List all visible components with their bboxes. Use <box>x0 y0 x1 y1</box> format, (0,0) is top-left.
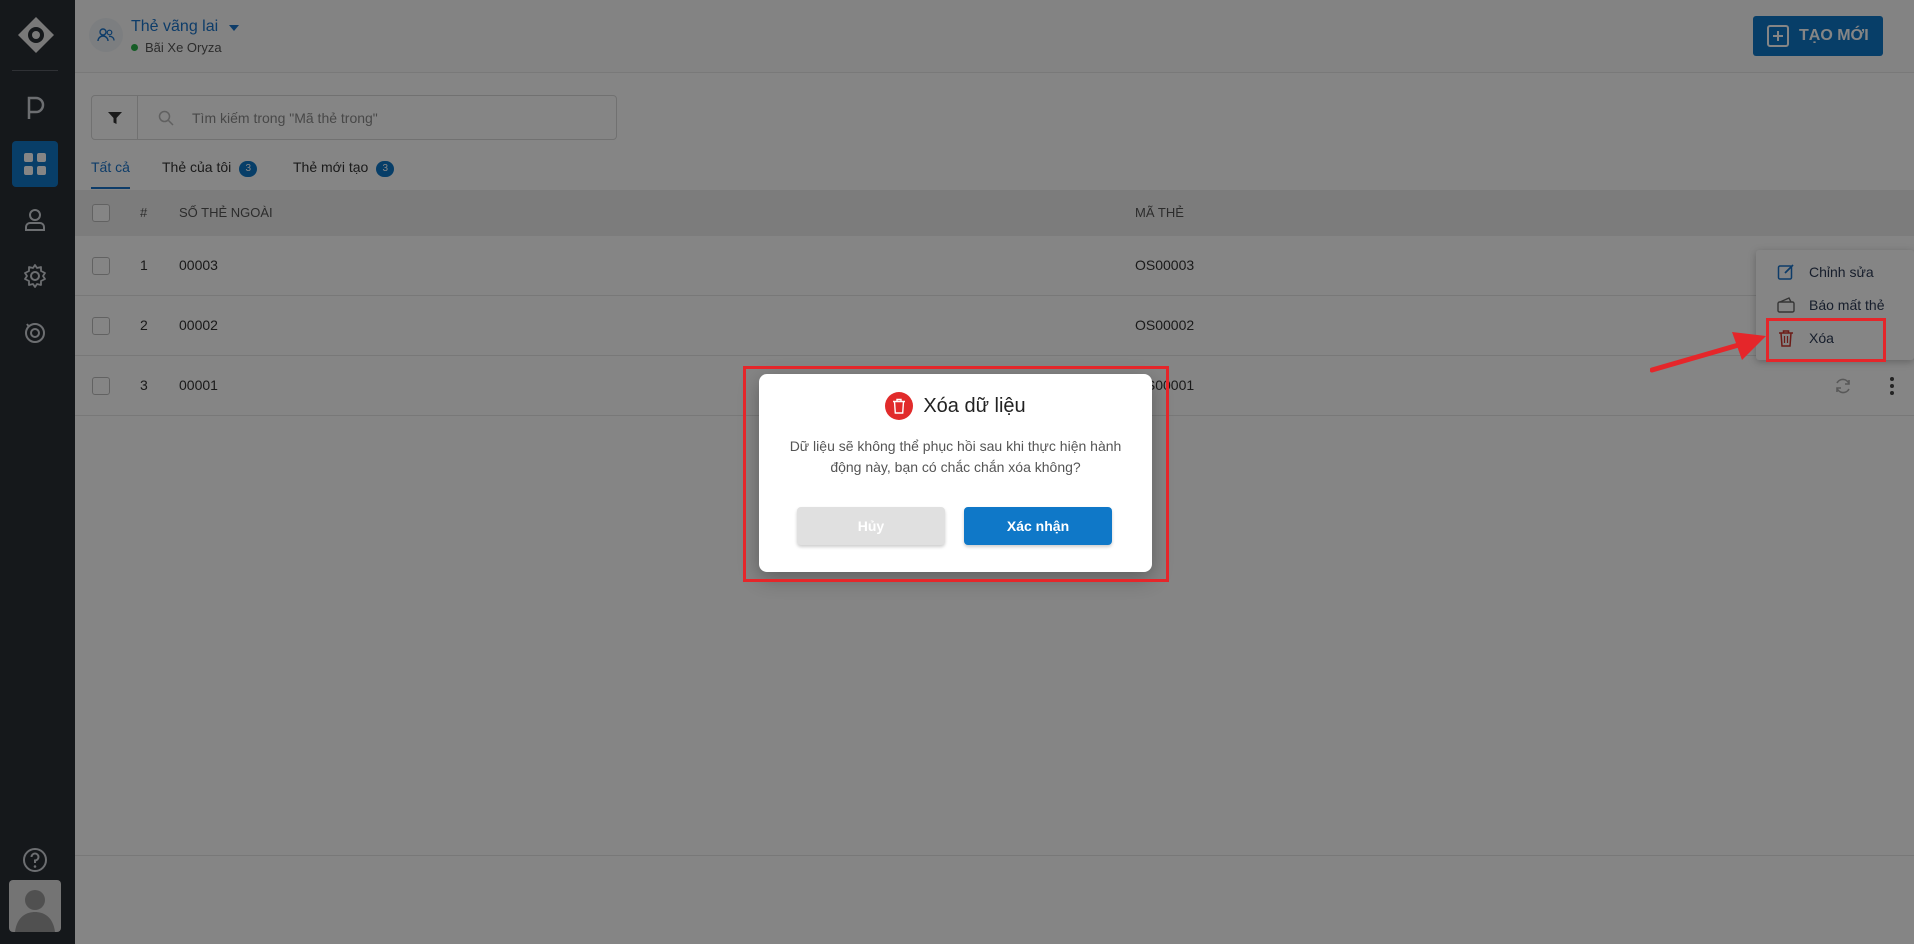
highlight-box-delete <box>1766 318 1886 362</box>
annotation-arrow-icon <box>1650 332 1766 373</box>
highlight-box-dialog <box>743 366 1169 582</box>
